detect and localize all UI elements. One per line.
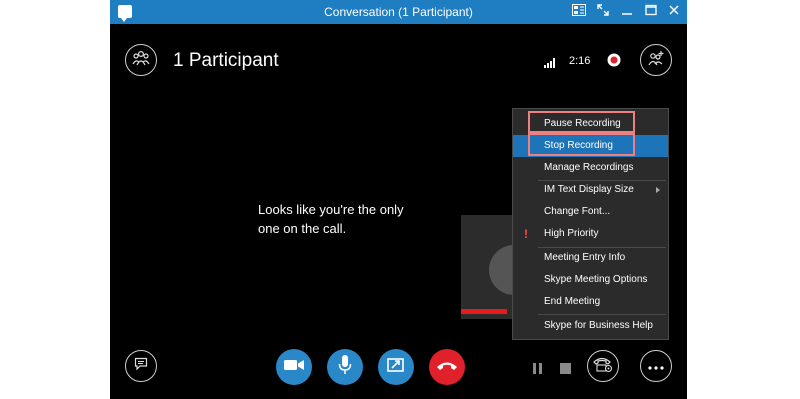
call-timer: 2:16: [569, 55, 591, 67]
popout-icon[interactable]: [594, 3, 612, 21]
menu-item-im-text-display-size[interactable]: IM Text Display Size: [513, 179, 668, 201]
recording-icon[interactable]: [607, 53, 621, 72]
share-screen-button[interactable]: [378, 349, 414, 385]
menu-item-label: High Priority: [544, 228, 599, 239]
stop-icon[interactable]: [560, 361, 571, 379]
menu-item-high-priority[interactable]: ! High Priority: [513, 223, 668, 245]
add-people-button[interactable]: [640, 44, 672, 76]
message-line-1: Looks like you're the only: [258, 202, 404, 217]
signal-icon: [544, 55, 557, 73]
maximize-icon[interactable]: [642, 3, 660, 21]
call-controls-button[interactable]: [587, 350, 619, 382]
chevron-right-icon: [656, 187, 660, 193]
menu-item-end-meeting[interactable]: End Meeting: [513, 291, 668, 313]
menu-item-meeting-entry-info[interactable]: Meeting Entry Info: [513, 247, 668, 269]
chat-button[interactable]: [125, 350, 157, 382]
microphone-button[interactable]: [327, 349, 363, 385]
call-controls-icon: [593, 355, 613, 378]
video-icon: [284, 358, 304, 376]
menu-item-manage-recordings[interactable]: Manage Recordings: [513, 157, 668, 179]
menu-item-change-font[interactable]: Change Font...: [513, 201, 668, 223]
empty-call-message: Looks like you're the only one on the ca…: [258, 200, 458, 238]
priority-icon: !: [524, 227, 528, 241]
title-bar: Conversation (1 Participant): [110, 0, 687, 24]
menu-item-label: IM Text Display Size: [544, 184, 634, 195]
hang-up-icon: [436, 358, 458, 376]
participants-count-label: 1 Participant: [173, 50, 279, 71]
participants-button[interactable]: [125, 44, 157, 76]
highlight-pause-recording: [528, 111, 635, 133]
participants-icon: [132, 50, 150, 71]
highlight-stop-recording: [528, 133, 635, 156]
layout-icon[interactable]: [570, 3, 588, 21]
conversation-window: Conversation (1 Participant) 1 Participa…: [110, 0, 687, 399]
minimize-icon[interactable]: [618, 3, 636, 21]
video-button[interactable]: [276, 349, 312, 385]
self-status-bar: [461, 309, 507, 314]
menu-item-skype-meeting-options[interactable]: Skype Meeting Options: [513, 269, 668, 291]
pause-icon[interactable]: [533, 361, 543, 379]
close-icon[interactable]: [665, 3, 683, 21]
chat-icon: [134, 357, 148, 375]
microphone-icon: [338, 354, 352, 380]
message-line-2: one on the call.: [258, 221, 347, 236]
add-people-icon: [647, 50, 665, 71]
more-options-button[interactable]: [640, 350, 672, 382]
menu-item-help[interactable]: Skype for Business Help: [513, 315, 668, 337]
hang-up-button[interactable]: [429, 349, 465, 385]
share-screen-icon: [387, 357, 405, 378]
more-options-icon: [648, 357, 664, 375]
self-video-preview: [461, 215, 539, 319]
